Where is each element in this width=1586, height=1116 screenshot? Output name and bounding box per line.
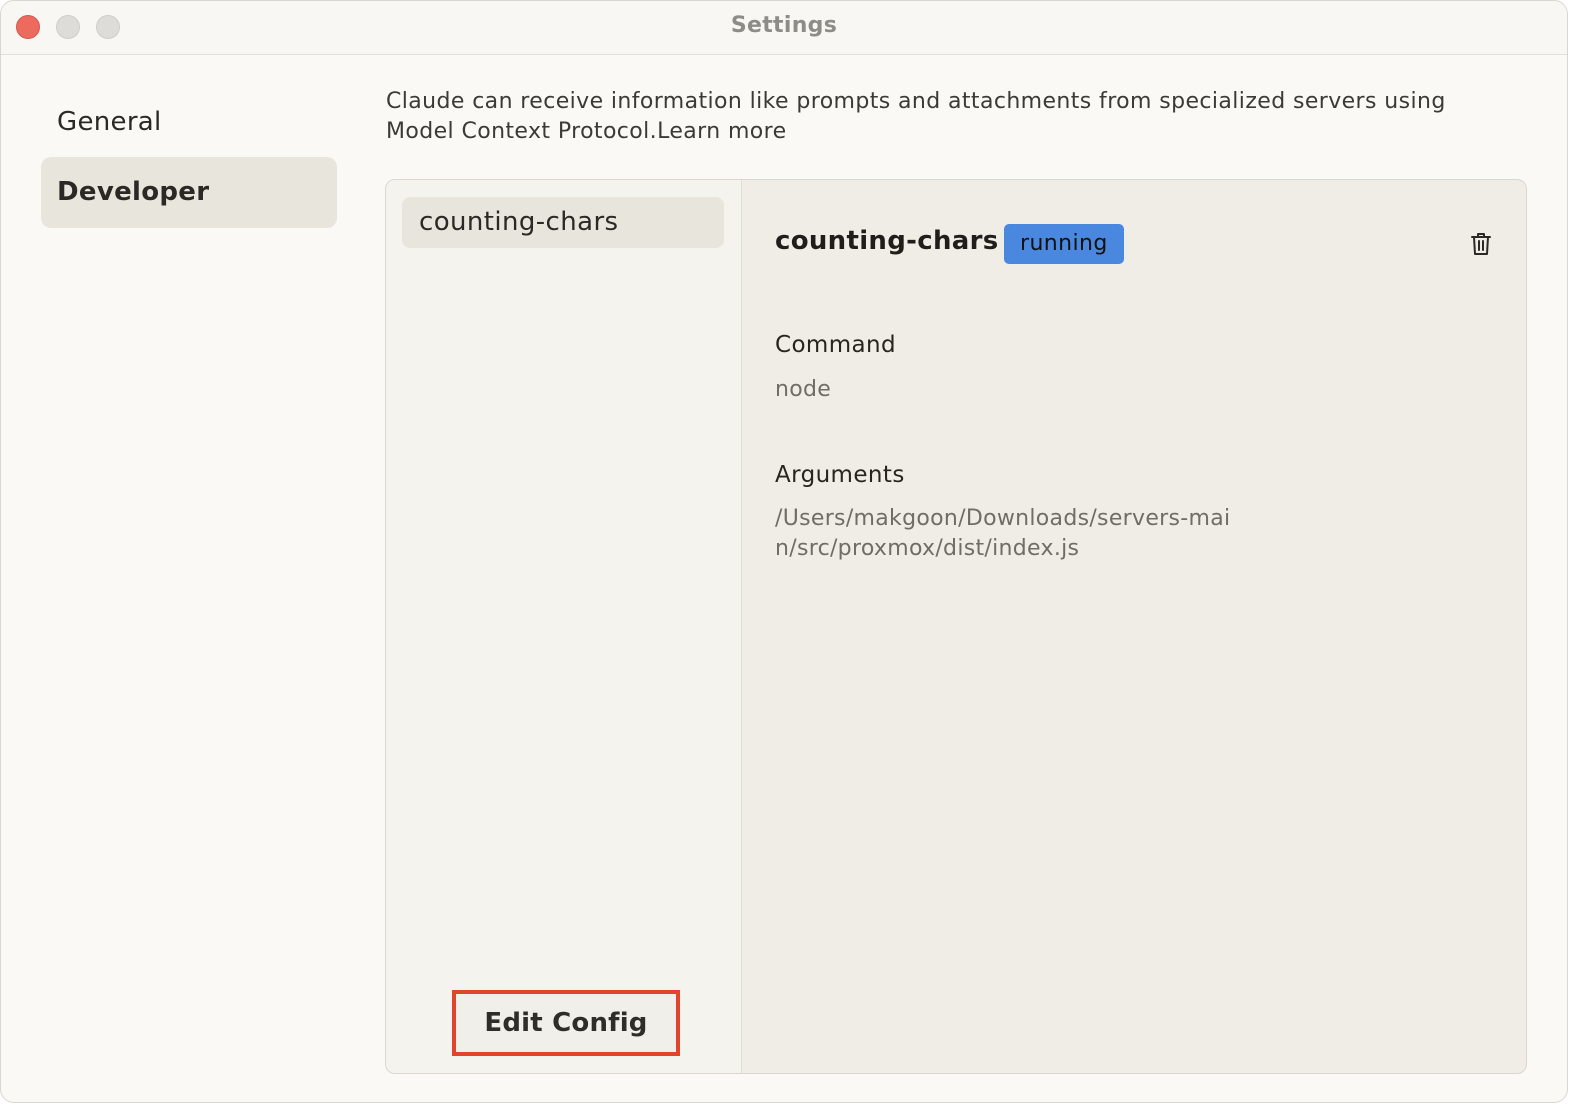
arguments-label: Arguments — [775, 462, 905, 488]
mcp-servers-panel: counting-chars Edit Config counting-char… — [385, 179, 1527, 1074]
window-title: Settings — [730, 13, 838, 38]
title-bar: Settings — [1, 1, 1567, 55]
sidebar-item-developer[interactable]: Developer — [41, 157, 337, 228]
mcp-description-text: Claude can receive information like prom… — [386, 89, 1446, 144]
mcp-description: Claude can receive information like prom… — [386, 87, 1506, 147]
server-list: counting-chars Edit Config — [386, 180, 742, 1073]
command-label: Command — [775, 332, 897, 358]
arguments-value: /Users/makgoon/Downloads/servers-main/sr… — [775, 506, 1231, 561]
edit-config-button[interactable]: Edit Config — [452, 990, 680, 1056]
server-name: counting-chars — [775, 226, 999, 256]
command-value: node — [775, 377, 832, 402]
server-list-item[interactable]: counting-chars — [402, 197, 724, 248]
trash-icon[interactable] — [1470, 232, 1492, 256]
status-badge: running — [1004, 224, 1124, 264]
settings-window: Settings General Developer Claude can re… — [0, 0, 1568, 1103]
learn-more-link[interactable]: Learn more — [657, 119, 786, 144]
server-detail: counting-chars running Command node Argu… — [742, 180, 1526, 1073]
sidebar-item-general[interactable]: General — [41, 87, 337, 158]
